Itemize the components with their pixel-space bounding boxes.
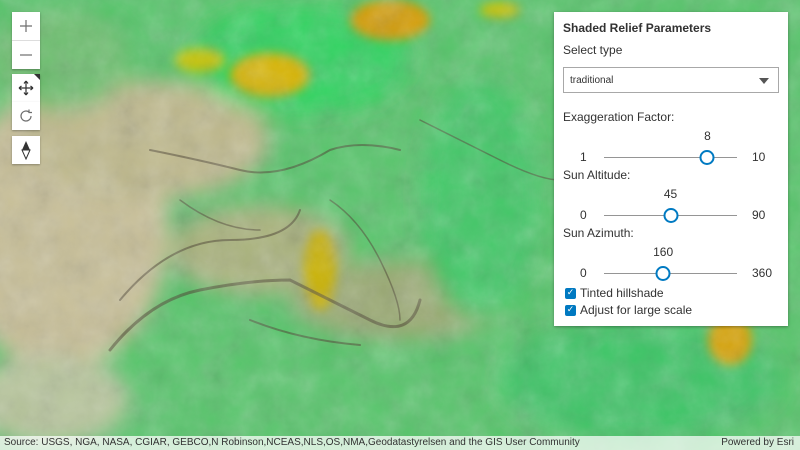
sun-azimuth-slider[interactable]: 0 160 360 [554,243,788,283]
slider-track[interactable] [604,157,737,158]
slider-value: 8 [704,129,711,143]
slider-value: 160 [653,245,674,259]
slider-thumb[interactable] [699,150,715,165]
sun-azimuth-label: Sun Azimuth: [563,226,634,240]
adjust-large-scale-checkbox[interactable]: ✓ Adjust for large scale [565,302,692,318]
sun-altitude-slider[interactable]: 0 45 90 [554,185,788,225]
sun-altitude-label: Sun Altitude: [563,168,631,182]
slider-max: 360 [752,266,773,280]
checkbox-label: Tinted hillshade [580,286,664,300]
chevron-down-icon [759,78,769,84]
shaded-relief-panel: Shaded Relief Parameters Select type tra… [554,12,788,326]
pan-button[interactable] [12,74,40,102]
compass-button[interactable] [12,136,40,164]
slider-thumb[interactable] [655,266,671,281]
compass-icon [21,141,31,160]
slider-min: 1 [580,150,587,164]
slider-value: 45 [663,187,678,201]
attribution-text[interactable]: Source: USGS, NGA, NASA, CGIAR, GEBCO,N … [4,437,580,448]
checkbox-checked-icon[interactable]: ✓ [565,304,576,316]
select-value: traditional [570,75,614,86]
rotate-icon [20,109,32,122]
hillshade-type-select[interactable]: traditional [563,67,779,93]
rotate-button[interactable] [12,102,40,130]
zoom-controls [12,12,40,69]
powered-by-esri[interactable]: Powered by Esri [721,437,794,448]
slider-min: 0 [580,208,587,222]
attribution-bar: Source: USGS, NGA, NASA, CGIAR, GEBCO,N … [0,436,800,450]
exaggeration-label: Exaggeration Factor: [563,110,675,124]
select-type-label: Select type [563,43,623,57]
exaggeration-slider[interactable]: 1 8 10 [554,127,788,167]
slider-max: 90 [752,208,766,222]
minus-icon [20,54,32,56]
slider-thumb[interactable] [663,208,678,223]
panel-title: Shaded Relief Parameters [563,21,712,35]
move-icon [18,80,34,96]
zoom-in-button[interactable] [12,12,40,40]
zoom-out-button[interactable] [12,40,40,69]
pan-mode-indicator-icon [34,74,40,80]
tinted-hillshade-checkbox[interactable]: ✓ Tinted hillshade [565,285,664,301]
checkbox-label: Adjust for large scale [580,303,693,317]
slider-min: 0 [580,266,587,280]
plus-icon [20,20,32,32]
slider-max: 10 [752,150,766,164]
checkbox-checked-icon[interactable]: ✓ [565,287,576,299]
